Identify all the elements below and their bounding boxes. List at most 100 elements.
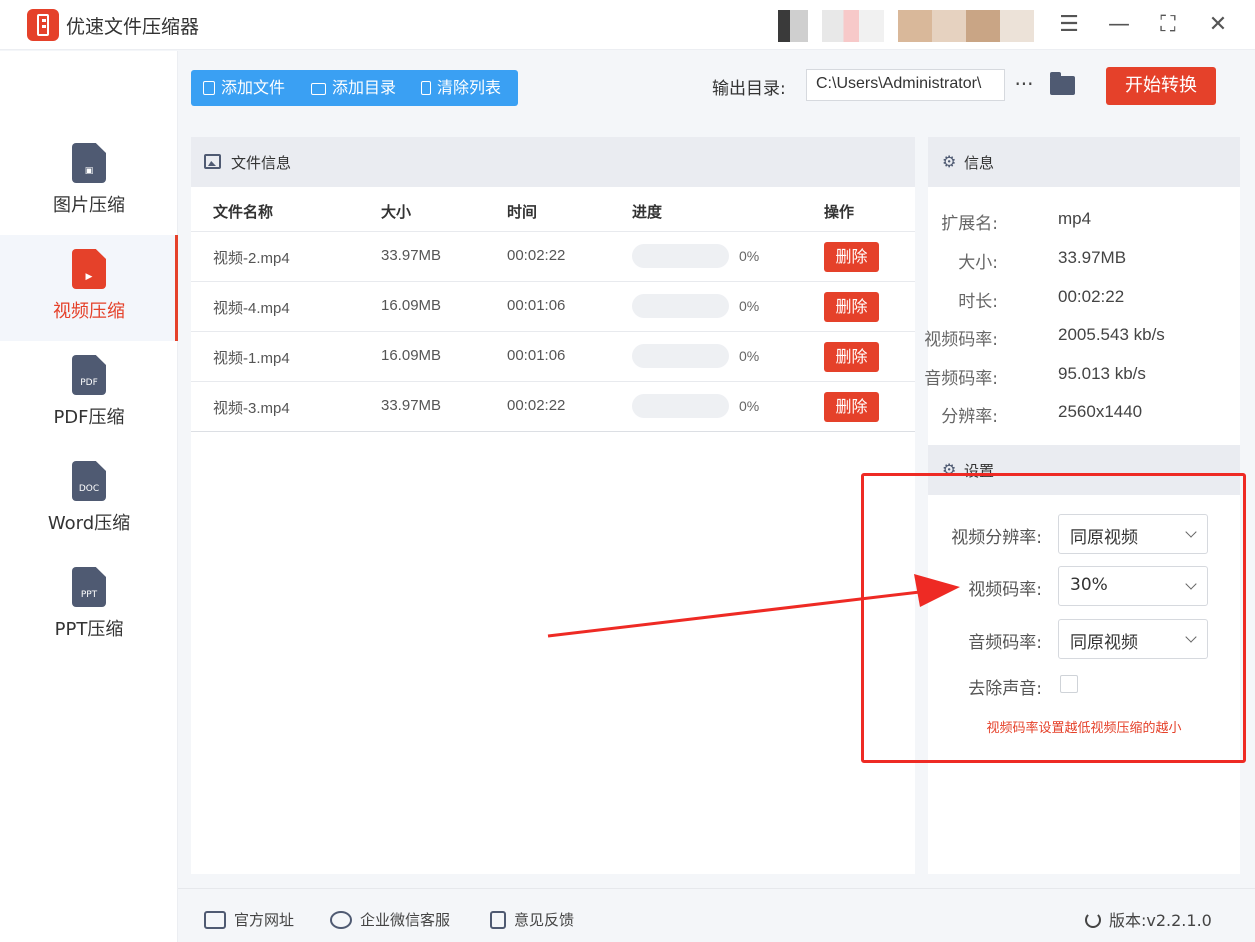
sidebar-item-ppt-compress[interactable]: PPT PPT压缩 bbox=[0, 553, 178, 659]
file-name: 视频-4.mp4 bbox=[213, 300, 290, 317]
column-header-size: 大小 bbox=[381, 203, 412, 221]
video-file-icon: ▶ bbox=[72, 249, 106, 289]
info-value-duration: 00:02:22 bbox=[1058, 287, 1125, 306]
table-row[interactable]: 视频-3.mp4 33.97MB 00:02:22 0% 删除 bbox=[191, 381, 915, 431]
file-panel-header: 文件信息 bbox=[191, 137, 915, 187]
info-value-resolution: 2560x1440 bbox=[1058, 402, 1143, 421]
file-size: 16.09MB bbox=[381, 297, 442, 314]
sidebar-item-image-compress[interactable]: ▣ 图片压缩 bbox=[0, 129, 178, 235]
progress-text: 0% bbox=[739, 348, 760, 364]
version-info[interactable]: 版本:v2.2.1.0 bbox=[1085, 907, 1212, 931]
output-dir-field[interactable]: C:\Users\Administrator\ bbox=[806, 69, 1005, 101]
feedback-link[interactable]: 意见反馈 bbox=[490, 909, 574, 930]
info-value-extension: mp4 bbox=[1058, 209, 1092, 228]
image-file-icon: ▣ bbox=[72, 143, 106, 183]
info-label-duration: 时长: bbox=[958, 292, 998, 312]
progress-bar bbox=[632, 344, 729, 368]
info-section-header: ⚙ 信息 bbox=[928, 137, 1240, 187]
file-duration: 00:02:22 bbox=[507, 397, 566, 414]
file-size: 33.97MB bbox=[381, 397, 442, 414]
website-link[interactable]: 官方网址 bbox=[204, 909, 294, 930]
sidebar-item-video-compress[interactable]: ▶ 视频压缩 bbox=[0, 235, 178, 341]
feedback-icon bbox=[490, 911, 506, 929]
progress-text: 0% bbox=[739, 248, 760, 264]
wechat-icon bbox=[330, 911, 352, 929]
pdf-file-icon: PDF bbox=[72, 355, 106, 395]
file-duration: 00:01:06 bbox=[507, 347, 566, 364]
start-convert-button[interactable]: 开始转换 bbox=[1106, 67, 1216, 105]
blurred-user-avatar bbox=[778, 10, 808, 42]
file-duration: 00:01:06 bbox=[507, 297, 566, 314]
list-divider bbox=[191, 431, 915, 432]
column-header-progress: 进度 bbox=[632, 203, 663, 221]
sidebar-item-label: 视频压缩 bbox=[53, 301, 125, 322]
app-logo-icon bbox=[27, 9, 59, 41]
gear-icon: ⚙ bbox=[942, 152, 957, 171]
delete-button[interactable]: 删除 bbox=[824, 342, 879, 372]
wechat-support-link[interactable]: 企业微信客服 bbox=[330, 909, 450, 930]
footer: 官方网址 企业微信客服 意见反馈 版本:v2.2.1.0 bbox=[178, 888, 1255, 942]
sidebar-item-label: Word压缩 bbox=[47, 513, 131, 534]
progress-bar bbox=[632, 394, 729, 418]
menu-icon[interactable]: ☰ bbox=[1054, 10, 1084, 40]
file-size: 16.09MB bbox=[381, 347, 442, 364]
clear-list-button[interactable]: 清除列表 bbox=[421, 70, 501, 106]
output-dir-label: 输出目录: bbox=[712, 79, 786, 99]
sidebar: ▣ 图片压缩 ▶ 视频压缩 PDF PDF压缩 DOC Word压缩 PPT P… bbox=[0, 51, 178, 942]
trash-icon bbox=[421, 81, 431, 95]
image-icon bbox=[204, 154, 221, 169]
file-icon bbox=[203, 81, 215, 95]
info-label-video-bitrate: 视频码率: bbox=[924, 330, 998, 350]
refresh-icon bbox=[1085, 912, 1101, 928]
add-directory-button[interactable]: 添加目录 bbox=[311, 70, 396, 106]
info-value-audio-bitrate: 95.013 kb/s bbox=[1058, 364, 1146, 383]
progress-bar bbox=[632, 294, 729, 318]
table-row[interactable]: 视频-1.mp4 16.09MB 00:01:06 0% 删除 bbox=[191, 331, 915, 381]
sidebar-item-word-compress[interactable]: DOC Word压缩 bbox=[0, 447, 178, 553]
progress-bar bbox=[632, 244, 729, 268]
title-bar: 优速文件压缩器 ☰ — ⛶ ✕ bbox=[0, 0, 1255, 50]
file-size: 33.97MB bbox=[381, 247, 442, 264]
doc-file-icon: DOC bbox=[72, 461, 106, 501]
info-value-video-bitrate: 2005.543 kb/s bbox=[1058, 325, 1165, 344]
close-button[interactable]: ✕ bbox=[1203, 10, 1233, 40]
info-label-audio-bitrate: 音频码率: bbox=[924, 369, 998, 389]
info-label-size: 大小: bbox=[958, 253, 998, 273]
table-row[interactable]: 视频-2.mp4 33.97MB 00:02:22 0% 删除 bbox=[191, 231, 915, 281]
blurred-user-name bbox=[898, 10, 1034, 42]
delete-button[interactable]: 删除 bbox=[824, 242, 879, 272]
progress-text: 0% bbox=[739, 298, 760, 314]
file-name: 视频-2.mp4 bbox=[213, 250, 290, 267]
file-panel-title: 文件信息 bbox=[231, 154, 292, 172]
delete-button[interactable]: 删除 bbox=[824, 392, 879, 422]
column-header-time: 时间 bbox=[507, 203, 538, 221]
file-list-panel: 文件信息 文件名称 大小 时间 进度 操作 视频-2.mp4 33.97MB 0… bbox=[191, 137, 915, 874]
maximize-button[interactable]: ⛶ bbox=[1153, 10, 1183, 40]
sidebar-item-pdf-compress[interactable]: PDF PDF压缩 bbox=[0, 341, 178, 447]
progress-text: 0% bbox=[739, 398, 760, 414]
sidebar-item-label: 图片压缩 bbox=[53, 195, 125, 216]
table-row[interactable]: 视频-4.mp4 16.09MB 00:01:06 0% 删除 bbox=[191, 281, 915, 331]
website-icon bbox=[204, 911, 226, 929]
sidebar-item-label: PPT压缩 bbox=[54, 619, 124, 640]
file-toolbar: 添加文件 添加目录 清除列表 bbox=[191, 70, 518, 106]
file-name: 视频-1.mp4 bbox=[213, 350, 290, 367]
info-label-extension: 扩展名: bbox=[941, 214, 998, 234]
info-label-resolution: 分辨率: bbox=[941, 407, 998, 427]
file-duration: 00:02:22 bbox=[507, 247, 566, 264]
delete-button[interactable]: 删除 bbox=[824, 292, 879, 322]
info-section-title: 信息 bbox=[964, 154, 995, 172]
more-options-icon[interactable]: ··· bbox=[1012, 69, 1036, 101]
app-title: 优速文件压缩器 bbox=[66, 16, 200, 38]
sidebar-item-label: PDF压缩 bbox=[53, 407, 125, 428]
file-name: 视频-3.mp4 bbox=[213, 400, 290, 417]
blurred-user-info bbox=[822, 10, 884, 42]
column-header-action: 操作 bbox=[824, 203, 855, 221]
info-value-size: 33.97MB bbox=[1058, 248, 1127, 267]
open-folder-icon[interactable] bbox=[1050, 72, 1075, 95]
folder-outline-icon bbox=[311, 83, 326, 95]
add-file-button[interactable]: 添加文件 bbox=[203, 70, 285, 106]
annotation-highlight-box bbox=[861, 473, 1246, 763]
minimize-button[interactable]: — bbox=[1104, 10, 1134, 40]
column-header-name: 文件名称 bbox=[213, 203, 274, 221]
